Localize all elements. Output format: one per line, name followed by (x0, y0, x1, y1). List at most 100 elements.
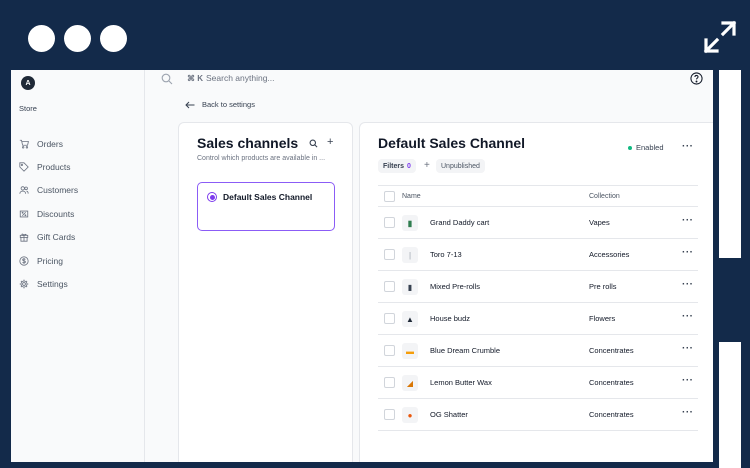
row-more-button[interactable]: ··· (682, 279, 694, 290)
column-header-collection: Collection (589, 193, 620, 200)
product-collection: Flowers (589, 314, 616, 323)
arrow-left-icon (185, 101, 195, 108)
table-row[interactable]: ▬ Blue Dream Crumble Concentrates ··· (378, 335, 698, 367)
row-checkbox[interactable] (384, 409, 395, 420)
product-name: Mixed Pre-rolls (430, 282, 481, 291)
row-more-button[interactable]: ··· (682, 311, 694, 322)
product-collection: Vapes (589, 218, 610, 227)
table-row[interactable]: ▮ Mixed Pre-rolls Pre rolls ··· (378, 271, 698, 303)
add-filter-button[interactable]: + (424, 160, 430, 171)
filters-count: 0 (407, 162, 411, 170)
sales-channels-title: Sales channels (197, 135, 299, 151)
filters-button[interactable]: Filters 0 (378, 159, 416, 173)
status-badge: Enabled (636, 143, 664, 152)
product-thumbnail: ▲ (402, 311, 418, 327)
sidebar: A Store Orders Products Customers Discou… (11, 70, 145, 462)
product-thumbnail: ◢ (402, 375, 418, 391)
back-link-label: Back to settings (202, 100, 255, 109)
table-row[interactable]: ◢ Lemon Butter Wax Concentrates ··· (378, 367, 698, 399)
row-checkbox[interactable] (384, 249, 395, 260)
product-thumbnail: ▬ (402, 343, 418, 359)
status-dot (628, 146, 632, 150)
sidebar-item-gift-cards[interactable]: Gift Cards (19, 230, 75, 244)
store-avatar[interactable]: A (21, 76, 35, 90)
sidebar-item-label: Gift Cards (37, 232, 76, 242)
product-collection: Pre rolls (589, 282, 617, 291)
sidebar-item-pricing[interactable]: Pricing (19, 254, 63, 268)
sidebar-item-settings[interactable]: Settings (19, 277, 68, 291)
row-more-button[interactable]: ··· (682, 407, 694, 418)
product-name: OG Shatter (430, 410, 468, 419)
select-all-checkbox[interactable] (384, 191, 395, 202)
sales-channels-panel: Sales channels + Control which products … (178, 122, 353, 462)
row-more-button[interactable]: ··· (682, 247, 694, 258)
channel-card-default[interactable]: Default Sales Channel (197, 182, 335, 231)
top-search-bar: ⌘ K (145, 70, 713, 90)
channel-radio[interactable] (207, 192, 217, 202)
store-label: Store (19, 104, 37, 113)
table-header: Name Collection (378, 185, 698, 207)
row-checkbox[interactable] (384, 217, 395, 228)
sidebar-item-label: Customers (37, 185, 79, 195)
column-header-name: Name (402, 193, 421, 200)
sidebar-item-discounts[interactable]: Discounts (19, 207, 74, 221)
help-icon[interactable] (690, 72, 703, 85)
users-icon (19, 186, 29, 194)
sidebar-item-customers[interactable]: Customers (19, 183, 78, 197)
channel-name: Default Sales Channel (223, 192, 313, 202)
add-channel-button[interactable]: + (327, 136, 333, 148)
sidebar-item-label: Orders (37, 139, 63, 149)
channel-detail-panel: Default Sales Channel Enabled ··· Filter… (359, 122, 713, 462)
sidebar-item-products[interactable]: Products (19, 160, 71, 174)
row-checkbox[interactable] (384, 377, 395, 388)
channel-more-button[interactable]: ··· (682, 141, 694, 152)
product-collection: Concentrates (589, 410, 634, 419)
search-input[interactable] (206, 73, 406, 83)
sales-channels-subtitle: Control which products are available in … (197, 155, 326, 162)
table-row[interactable]: | Toro 7-13 Accessories ··· (378, 239, 698, 271)
product-name: Grand Daddy cart (430, 218, 490, 227)
app-window: A Store Orders Products Customers Discou… (11, 70, 713, 462)
sidebar-item-label: Pricing (37, 256, 63, 266)
table-row[interactable]: ▲ House budz Flowers ··· (378, 303, 698, 335)
sidebar-item-orders[interactable]: Orders (19, 137, 63, 151)
product-name: Lemon Butter Wax (430, 378, 492, 387)
sidebar-item-label: Settings (37, 279, 68, 289)
product-collection: Accessories (589, 250, 630, 259)
product-thumbnail: ▮ (402, 279, 418, 295)
search-icon (161, 73, 173, 85)
table-row[interactable]: ● OG Shatter Concentrates ··· (378, 399, 698, 431)
filter-chip-unpublished[interactable]: Unpublished (436, 159, 485, 173)
window-dot-1[interactable] (28, 25, 55, 52)
discount-icon (19, 210, 29, 218)
product-name: House budz (430, 314, 471, 323)
dollar-icon (19, 256, 29, 266)
sidebar-item-label: Products (37, 162, 71, 172)
product-thumbnail: ● (402, 407, 418, 423)
row-more-button[interactable]: ··· (682, 215, 694, 226)
row-more-button[interactable]: ··· (682, 375, 694, 386)
product-name: Toro 7-13 (430, 250, 462, 259)
tag-icon (19, 162, 29, 172)
row-checkbox[interactable] (384, 313, 395, 324)
back-to-settings-link[interactable]: Back to settings (185, 100, 255, 109)
background-panel-top (719, 70, 741, 258)
gift-icon (19, 233, 29, 242)
window-dot-3[interactable] (100, 25, 127, 52)
gear-icon (19, 279, 29, 289)
row-checkbox[interactable] (384, 345, 395, 356)
window-dot-2[interactable] (64, 25, 91, 52)
product-name: Blue Dream Crumble (430, 346, 501, 355)
row-more-button[interactable]: ··· (682, 343, 694, 354)
sidebar-item-label: Discounts (37, 209, 75, 219)
product-collection: Concentrates (589, 346, 634, 355)
expand-arrows-icon[interactable] (702, 19, 738, 55)
table-row[interactable]: ▮ Grand Daddy cart Vapes ··· (378, 207, 698, 239)
cart-icon (19, 139, 29, 149)
row-checkbox[interactable] (384, 281, 395, 292)
search-icon[interactable] (309, 139, 318, 148)
channel-detail-title: Default Sales Channel (378, 135, 526, 151)
background-panel-bottom (719, 342, 741, 468)
product-thumbnail: | (402, 247, 418, 263)
search-shortcut: ⌘ K (187, 74, 203, 83)
